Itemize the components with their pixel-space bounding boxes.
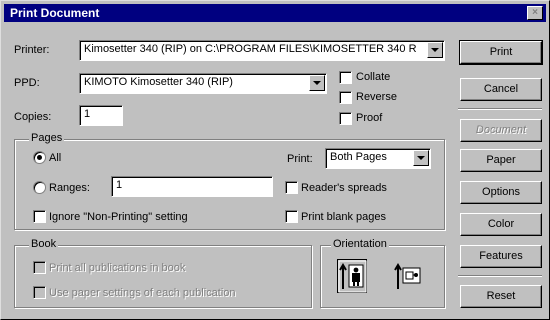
ignore-nonprinting-label: Ignore "Non-Printing" setting	[49, 211, 188, 223]
copies-label: Copies:	[14, 111, 52, 123]
ppd-value: KIMOTO Kimosetter 340 (RIP)	[84, 76, 233, 88]
copies-value: 1	[84, 108, 91, 120]
portrait-icon	[337, 259, 367, 293]
close-icon[interactable]: ×	[527, 6, 543, 20]
document-button[interactable]: Document	[460, 119, 542, 142]
chevron-down-icon[interactable]	[413, 150, 429, 166]
chevron-down-icon[interactable]	[309, 75, 325, 91]
color-button[interactable]: Color	[460, 213, 542, 236]
portrait-orientation-button[interactable]	[337, 259, 367, 293]
use-paper-settings-label: Use paper settings of each publication	[49, 287, 236, 299]
ppd-label: PPD:	[14, 77, 40, 89]
readers-spreads-checkbox[interactable]	[285, 181, 298, 194]
print-blank-pages-checkbox[interactable]	[285, 210, 298, 223]
printer-label: Printer:	[14, 44, 50, 56]
reverse-label: Reverse	[356, 91, 397, 103]
ranges-value: 1	[116, 179, 123, 191]
landscape-icon	[394, 263, 421, 289]
printer-select[interactable]: Kimosetter 340 (RIP) on C:\PROGRAM FILES…	[79, 40, 445, 61]
print-button[interactable]: Print	[459, 40, 543, 65]
paper-button[interactable]: Paper	[460, 149, 542, 172]
print-pages-value: Both Pages	[330, 151, 387, 163]
window-title: Print Document	[10, 6, 100, 20]
ranges-radio[interactable]	[33, 181, 46, 194]
landscape-orientation-button[interactable]	[393, 259, 423, 293]
collate-label: Collate	[356, 71, 391, 83]
features-button[interactable]: Features	[460, 245, 542, 268]
ppd-select[interactable]: KIMOTO Kimosetter 340 (RIP)	[79, 73, 327, 94]
ignore-nonprinting-checkbox[interactable]	[33, 210, 46, 223]
pages-group-label: Pages	[29, 132, 65, 144]
button-separator-2	[458, 275, 542, 277]
all-pages-radio[interactable]	[33, 151, 46, 164]
ranges-label: Ranges:	[49, 182, 90, 194]
title-bar[interactable]: Print Document ×	[4, 4, 546, 22]
use-paper-settings-checkbox[interactable]	[33, 286, 46, 299]
proof-checkbox[interactable]	[339, 112, 352, 125]
print-pages-select[interactable]: Both Pages	[325, 148, 431, 169]
chevron-down-icon[interactable]	[427, 42, 443, 58]
proof-label: Proof	[356, 112, 383, 124]
button-separator	[458, 108, 542, 110]
all-pages-label: All	[49, 152, 62, 164]
print-document-dialog: Print Document × Printer: Kimosetter 340…	[0, 0, 550, 320]
options-button[interactable]: Options	[460, 181, 542, 204]
print-blank-pages-label: Print blank pages	[301, 211, 386, 223]
readers-spreads-label: Reader's spreads	[301, 182, 387, 194]
collate-checkbox[interactable]	[339, 71, 352, 84]
ranges-input[interactable]: 1	[111, 176, 273, 197]
reset-button[interactable]: Reset	[460, 285, 542, 308]
print-all-publications-checkbox[interactable]	[33, 261, 46, 274]
orientation-group-label: Orientation	[331, 238, 389, 250]
print-all-publications-label: Print all publications in book	[49, 262, 186, 274]
book-group-label: Book	[29, 238, 59, 250]
print-pages-label: Print:	[287, 153, 313, 165]
copies-input[interactable]: 1	[79, 105, 123, 126]
reverse-checkbox[interactable]	[339, 91, 352, 104]
cancel-button[interactable]: Cancel	[460, 78, 542, 101]
printer-value: Kimosetter 340 (RIP) on C:\PROGRAM FILES…	[84, 43, 417, 55]
